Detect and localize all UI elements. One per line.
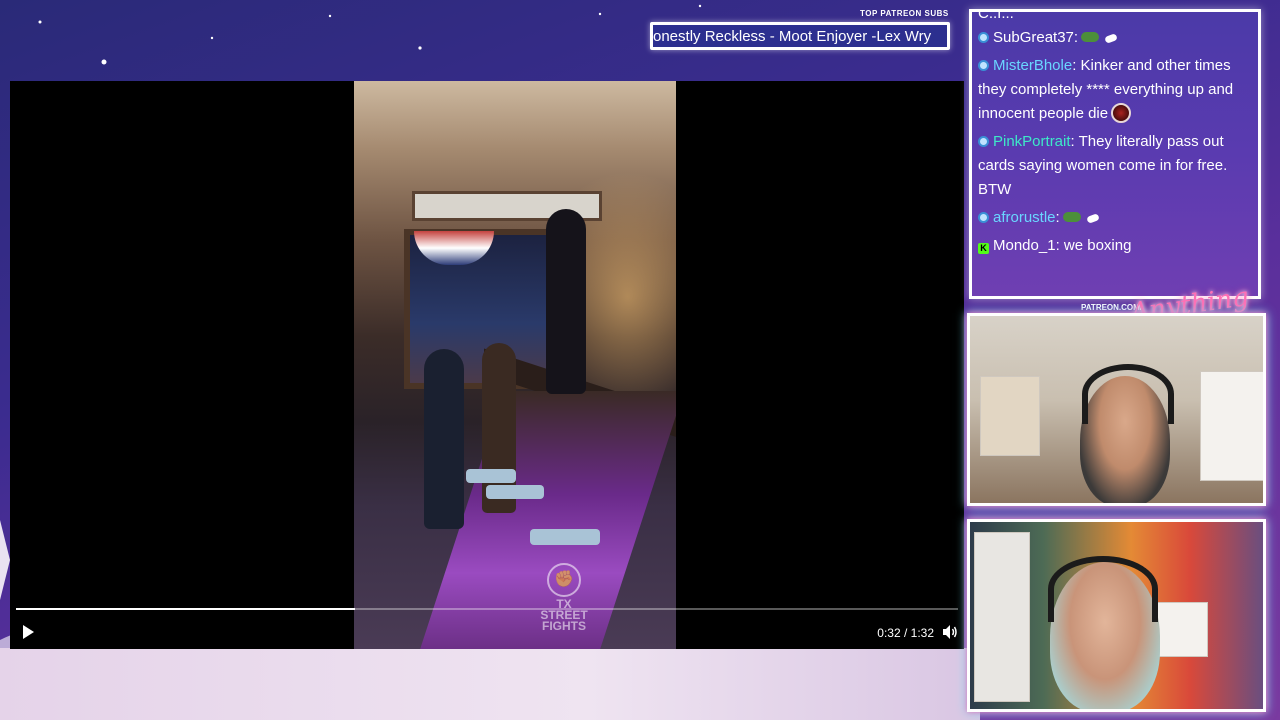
- chat-username[interactable]: MisterBhole: [993, 57, 1072, 74]
- seek-bar-progress: [16, 608, 356, 610]
- chat-username[interactable]: Mondo_1: [993, 237, 1056, 254]
- video-stool-3: [530, 529, 600, 545]
- kick-badge-icon: K: [978, 243, 989, 254]
- time-readout: 0:32 / 1:32: [877, 626, 934, 640]
- ball-emote: [1111, 103, 1132, 123]
- play-icon[interactable]: [20, 624, 36, 640]
- video-watermark: ✊ TX STREET FIGHTS: [534, 563, 594, 632]
- chat-text: we boxing: [1059, 237, 1132, 254]
- fist-icon: ✊: [547, 563, 581, 597]
- chat-message: MisterBhole: Kinker and other times they…: [978, 54, 1252, 126]
- webcam-top-shelf: [980, 376, 1040, 456]
- watermark-line1: TX STREET: [540, 597, 588, 622]
- twitch-badge-icon: [978, 136, 989, 147]
- chat-message: afrorustle:: [978, 206, 1252, 230]
- chat-message-list: SubGreat37: MisterBhole: Kinker and other…: [978, 26, 1252, 258]
- chat-cut-message: C..I...: [978, 12, 1014, 22]
- video-person-standing: [546, 209, 586, 394]
- headphones-icon: [1082, 364, 1174, 424]
- frog-emote: [1062, 212, 1081, 222]
- webcam-bottom-bookshelf: [974, 532, 1030, 702]
- chat-username[interactable]: SubGreat37: [993, 29, 1074, 46]
- twitch-badge-icon: [978, 32, 989, 43]
- patreon-ticker: onestly Reckless - Moot Enjoyer -Lex Wry: [650, 22, 950, 50]
- chat-message: SubGreat37:: [978, 26, 1252, 50]
- white-emote: [1104, 33, 1118, 44]
- white-emote: [1085, 213, 1100, 224]
- chat-panel: C..I... SubGreat37: MisterBhole: Kinker a…: [969, 9, 1261, 299]
- volume-icon[interactable]: [942, 624, 958, 640]
- webcam-top: [967, 313, 1266, 506]
- ticker-label: TOP PATREON SUBS: [860, 9, 949, 18]
- ticker-text: onestly Reckless - Moot Enjoyer -Lex Wry: [653, 28, 932, 45]
- video-stool-1: [466, 469, 516, 483]
- video-player[interactable]: ✊ TX STREET FIGHTS 0:32 / 1:32: [10, 81, 964, 649]
- chat-separator: :: [1073, 29, 1079, 46]
- chat-message: PinkPortrait: They literally pass out ca…: [978, 130, 1252, 202]
- watermark-line2: FIGHTS: [542, 619, 586, 633]
- chat-username[interactable]: PinkPortrait: [993, 133, 1071, 150]
- chat-message: K Mondo_1: we boxing: [978, 234, 1252, 258]
- background-floor: [0, 648, 980, 720]
- video-stool-2: [486, 485, 544, 499]
- twitch-badge-icon: [978, 212, 989, 223]
- twitch-badge-icon: [978, 60, 989, 71]
- video-frame[interactable]: ✊ TX STREET FIGHTS: [354, 81, 676, 649]
- seek-bar[interactable]: [16, 608, 958, 610]
- frog-emote: [1081, 32, 1100, 42]
- video-person-left: [424, 349, 464, 529]
- headphones-icon-2: [1048, 556, 1158, 622]
- chat-separator: :: [1055, 209, 1060, 226]
- chat-username[interactable]: afrorustle: [993, 209, 1056, 226]
- webcam-bottom: [967, 519, 1266, 712]
- webcam-top-dresser: [1200, 371, 1263, 481]
